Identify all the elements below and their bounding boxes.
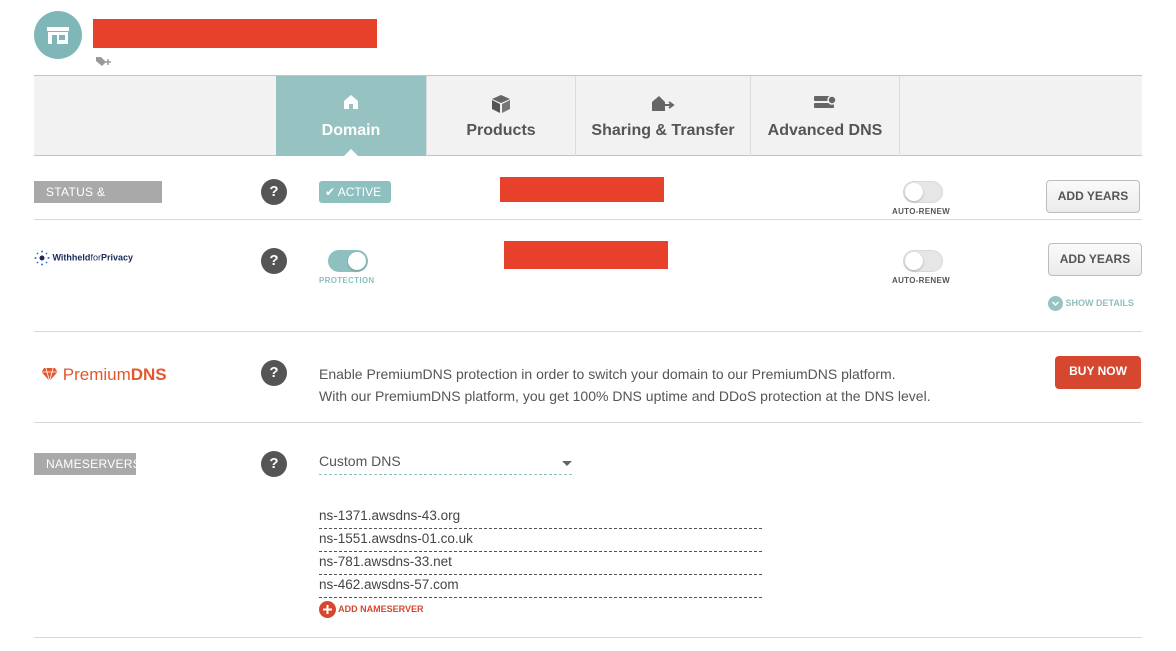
premium-dns-line-1: Enable PremiumDNS protection in order to…	[319, 366, 896, 382]
dns-type-select[interactable]: Custom DNS	[319, 453, 572, 475]
privacy-logo-icon	[34, 250, 50, 266]
tab-sharing-transfer[interactable]: Sharing & Transfer	[575, 76, 750, 156]
tab-label: Sharing & Transfer	[591, 122, 735, 139]
redacted-domain-name	[93, 19, 377, 48]
premium-dns-logo: PremiumDNS	[41, 365, 167, 385]
show-details-link[interactable]: SHOW DETAILS	[1048, 296, 1134, 311]
caret-down-icon	[562, 461, 572, 466]
protection-toggle[interactable]	[328, 250, 368, 272]
tab-label: Products	[466, 122, 536, 139]
nameserver-input[interactable]: ns-781.awsdns-33.net	[319, 552, 762, 575]
divider	[34, 219, 1142, 220]
nameservers-label: NAMESERVERS	[34, 453, 141, 475]
premium-logo-text-b: DNS	[130, 365, 167, 384]
plus-circle-icon	[319, 601, 336, 618]
divider	[34, 422, 1142, 423]
premium-dns-description: Enable PremiumDNS protection in order to…	[319, 363, 931, 407]
help-icon[interactable]: ?	[261, 451, 287, 477]
chevron-down-icon	[1048, 296, 1063, 311]
checkmark-icon: ✔	[325, 185, 336, 199]
tab-label: Domain	[321, 122, 381, 139]
redacted-expiry	[500, 177, 664, 202]
help-icon[interactable]: ?	[261, 179, 287, 205]
privacy-logo-text-b: for	[90, 252, 101, 263]
auto-renew-toggle[interactable]	[903, 181, 943, 203]
tab-label: Advanced DNS	[767, 122, 883, 139]
tab-advanced-dns[interactable]: Advanced DNS	[750, 76, 900, 156]
server-icon	[751, 94, 899, 112]
auto-renew-label: AUTO-RENEW	[892, 276, 950, 285]
add-tag-icon[interactable]	[95, 55, 113, 70]
tab-domain[interactable]: Domain	[276, 76, 426, 157]
help-icon[interactable]: ?	[261, 360, 287, 386]
buy-now-button[interactable]: BUY NOW	[1055, 356, 1141, 389]
transfer-icon	[576, 94, 750, 112]
dns-type-value: Custom DNS	[319, 453, 401, 469]
protection-label: PROTECTION	[319, 276, 375, 285]
diamond-icon	[41, 367, 58, 383]
auto-renew-label: AUTO-RENEW	[892, 207, 950, 216]
home-icon	[276, 94, 426, 112]
add-nameserver-label: ADD NAMESERVER	[338, 603, 424, 614]
nameserver-input[interactable]: ns-462.awsdns-57.com	[319, 575, 762, 598]
auto-renew-toggle[interactable]	[903, 250, 943, 272]
tab-bar: Domain Products Sharing & Transfer Advan…	[34, 75, 1142, 157]
divider	[34, 637, 1142, 638]
add-nameserver-link[interactable]: ADD NAMESERVER	[319, 601, 424, 618]
nameserver-input[interactable]: ns-1551.awsdns-01.co.uk	[319, 529, 762, 552]
nameserver-input[interactable]: ns-1371.awsdns-43.org	[319, 506, 762, 529]
store-avatar	[34, 11, 82, 59]
redacted-privacy-expiry	[504, 241, 668, 269]
status-validity-label: STATUS & VALIDITY	[34, 181, 162, 221]
premium-logo-text-a: Premium	[62, 365, 131, 384]
add-years-button[interactable]: ADD YEARS	[1046, 180, 1140, 213]
status-badge-text: ACTIVE	[337, 185, 382, 199]
withheld-for-privacy-logo: WithheldforPrivacy	[34, 250, 133, 266]
privacy-logo-text-a: Withheld	[52, 252, 91, 263]
privacy-logo-text-c: Privacy	[100, 252, 133, 263]
show-details-label: SHOW DETAILS	[1065, 297, 1134, 308]
store-icon	[47, 27, 69, 44]
tab-products[interactable]: Products	[426, 76, 575, 156]
premium-dns-line-2: With our PremiumDNS platform, you get 10…	[319, 388, 931, 404]
help-icon[interactable]: ?	[261, 248, 287, 274]
box-icon	[427, 94, 575, 113]
status-badge: ✔ ACTIVE	[319, 181, 391, 203]
divider	[34, 331, 1142, 332]
add-years-button[interactable]: ADD YEARS	[1048, 243, 1142, 276]
